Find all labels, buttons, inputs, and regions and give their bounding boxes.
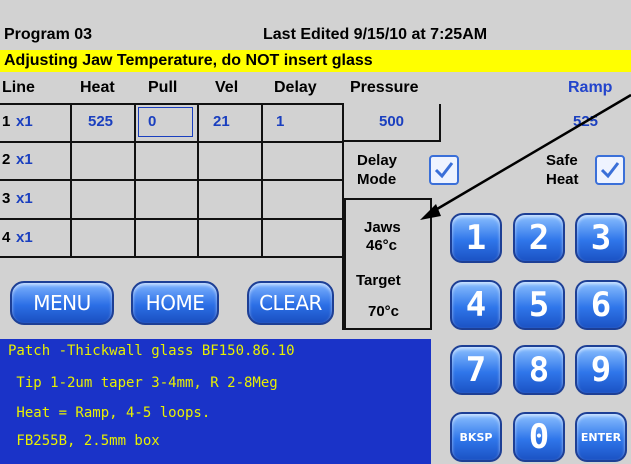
annotation-arrow-icon [420,93,631,220]
instrument-screen: Program 03 Last Edited 9/15/10 at 7:25AM… [0,0,631,464]
